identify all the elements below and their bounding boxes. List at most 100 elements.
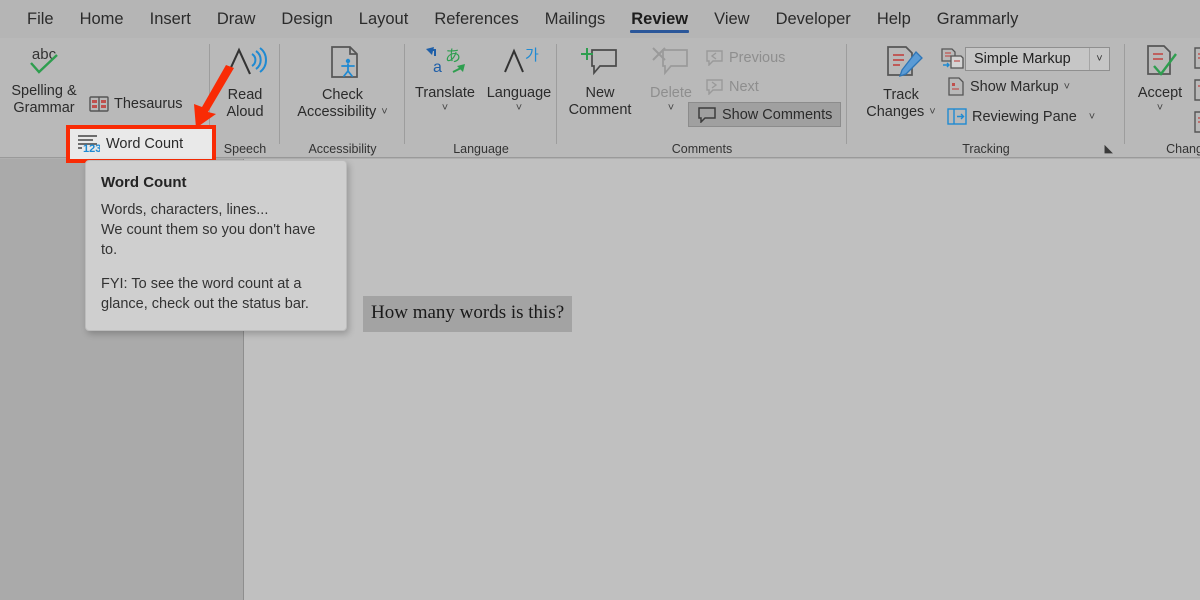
tab-help[interactable]: Help	[864, 0, 924, 38]
check-accessibility-label-line2-row: Accessibility ˅	[297, 104, 387, 121]
svg-text:a: a	[433, 59, 442, 76]
word-application-window: File Home Insert Draw Design Layout Refe…	[0, 0, 1200, 600]
language-icon: 가	[497, 44, 541, 83]
tooltip-body: Words, characters, lines... We count the…	[101, 200, 331, 314]
group-label-accessibility: Accessibility	[280, 142, 405, 156]
accept-label: Accept	[1138, 85, 1182, 102]
tab-label: References	[434, 10, 518, 29]
ribbon: abc Spelling & Grammar	[0, 38, 1200, 158]
tab-label: Grammarly	[937, 10, 1019, 29]
tooltip-line-3: to.	[101, 240, 331, 260]
reviewing-pane-button[interactable]: Reviewing Pane ˅	[944, 106, 1098, 127]
show-markup-button[interactable]: Show Markup ˅	[944, 76, 1073, 97]
chevron-down-icon[interactable]: ˅	[442, 102, 448, 115]
tab-label: Draw	[217, 10, 256, 29]
new-comment-icon	[578, 44, 622, 83]
tab-view[interactable]: View	[701, 0, 762, 38]
chevron-down-icon[interactable]: ˅	[668, 102, 674, 115]
tooltip-spacer	[101, 260, 331, 274]
group-label-speech: Speech	[210, 142, 280, 156]
accept-button[interactable]: Accept ˅	[1129, 44, 1191, 115]
tab-label: Home	[80, 10, 124, 29]
tab-file[interactable]: File	[14, 0, 67, 38]
chevron-down-icon[interactable]: ˅	[381, 106, 387, 119]
next-comment-button[interactable]: Next	[701, 77, 762, 96]
new-comment-label-line1: New	[585, 85, 614, 102]
check-accessibility-label-line1: Check	[322, 87, 363, 104]
spell-check-icon: abc	[23, 44, 65, 81]
track-changes-label-line2-row: Changes ˅	[866, 104, 935, 121]
previous-change-button[interactable]	[1192, 78, 1200, 107]
delete-comment-icon	[649, 44, 693, 83]
chevron-down-icon[interactable]: ˅	[1089, 111, 1095, 123]
new-comment-button[interactable]: New Comment	[563, 44, 637, 119]
previous-comment-label: Previous	[729, 50, 785, 66]
show-markup-label: Show Markup	[970, 79, 1059, 95]
thesaurus-button[interactable]: Thesaurus	[86, 94, 186, 114]
word-count-button[interactable]: 123 Word Count	[70, 129, 212, 159]
tab-design[interactable]: Design	[268, 0, 345, 38]
tab-label: Help	[877, 10, 911, 29]
tooltip-line-2: We count them so you don't have	[101, 220, 331, 240]
tab-label: Mailings	[545, 10, 606, 29]
ribbon-group-tracking: Track Changes ˅ Simple Markup ˅	[847, 38, 1125, 158]
accept-change-icon	[1138, 44, 1182, 83]
translate-button[interactable]: a あ Translate ˅	[409, 44, 481, 115]
red-arrow-annotation	[178, 64, 240, 132]
previous-comment-button[interactable]: Previous	[701, 48, 788, 67]
tab-label: Design	[281, 10, 332, 29]
tab-label: Developer	[776, 10, 851, 29]
word-count-tooltip: Word Count Words, characters, lines... W…	[85, 160, 347, 331]
word-count-icon: 123	[76, 133, 100, 155]
tooltip-line-5: glance, check out the status bar.	[101, 294, 331, 314]
show-comments-button[interactable]: Show Comments	[688, 102, 841, 127]
tab-references[interactable]: References	[421, 0, 531, 38]
chevron-down-icon[interactable]: ˅	[929, 106, 935, 119]
tab-mailings[interactable]: Mailings	[532, 0, 619, 38]
tab-grammarly[interactable]: Grammarly	[924, 0, 1032, 38]
tab-home[interactable]: Home	[67, 0, 137, 38]
svg-text:가: 가	[525, 46, 539, 64]
tab-label: Insert	[150, 10, 191, 29]
tooltip-line-1: Words, characters, lines...	[101, 200, 331, 220]
svg-text:あ: あ	[445, 46, 461, 65]
translate-icon: a あ	[423, 44, 467, 83]
tooltip-line-4: FYI: To see the word count at a	[101, 274, 331, 294]
reviewing-pane-label: Reviewing Pane	[972, 109, 1077, 125]
tracking-dialog-launcher[interactable]: ◣	[1105, 142, 1113, 155]
group-label-comments: Comments	[557, 142, 847, 156]
track-changes-label-line2: Changes	[866, 104, 924, 121]
spelling-grammar-button[interactable]: abc Spelling & Grammar	[6, 44, 82, 117]
next-comment-label: Next	[729, 79, 759, 95]
tab-insert[interactable]: Insert	[137, 0, 204, 38]
language-label: Language	[487, 85, 552, 102]
reviewing-pane-icon	[947, 107, 967, 126]
language-button[interactable]: 가 Language ˅	[481, 44, 557, 115]
group-label-language: Language	[405, 142, 557, 156]
tab-layout[interactable]: Layout	[346, 0, 422, 38]
tab-label: View	[714, 10, 749, 29]
tab-draw[interactable]: Draw	[204, 0, 269, 38]
tab-review[interactable]: Review	[618, 0, 701, 38]
tab-developer[interactable]: Developer	[763, 0, 864, 38]
display-for-review-icon	[940, 48, 964, 75]
thesaurus-icon	[89, 95, 109, 113]
chevron-down-icon[interactable]: ˅	[1064, 81, 1070, 93]
next-change-button[interactable]	[1192, 110, 1200, 139]
chevron-down-icon[interactable]: ˅	[516, 102, 522, 115]
track-changes-button[interactable]: Track Changes ˅	[861, 44, 941, 121]
svg-text:123: 123	[83, 143, 100, 155]
display-for-review-select[interactable]: Simple Markup ˅	[965, 47, 1110, 71]
spelling-grammar-label-line1: Spelling &	[11, 83, 76, 100]
word-count-label: Word Count	[106, 136, 183, 152]
previous-comment-icon	[704, 49, 724, 66]
reject-change-button[interactable]	[1192, 46, 1200, 75]
chevron-down-icon[interactable]: ˅	[1157, 102, 1163, 115]
document-selected-text[interactable]: How many words is this?	[363, 296, 572, 332]
new-comment-label-line2: Comment	[569, 102, 632, 119]
document-page[interactable]: How many words is this?	[243, 159, 1200, 600]
spelling-grammar-label-line2: Grammar	[13, 100, 74, 117]
chevron-down-icon[interactable]: ˅	[1089, 48, 1109, 70]
check-accessibility-button[interactable]: Check Accessibility ˅	[280, 44, 405, 121]
ribbon-tab-bar: File Home Insert Draw Design Layout Refe…	[0, 0, 1200, 38]
